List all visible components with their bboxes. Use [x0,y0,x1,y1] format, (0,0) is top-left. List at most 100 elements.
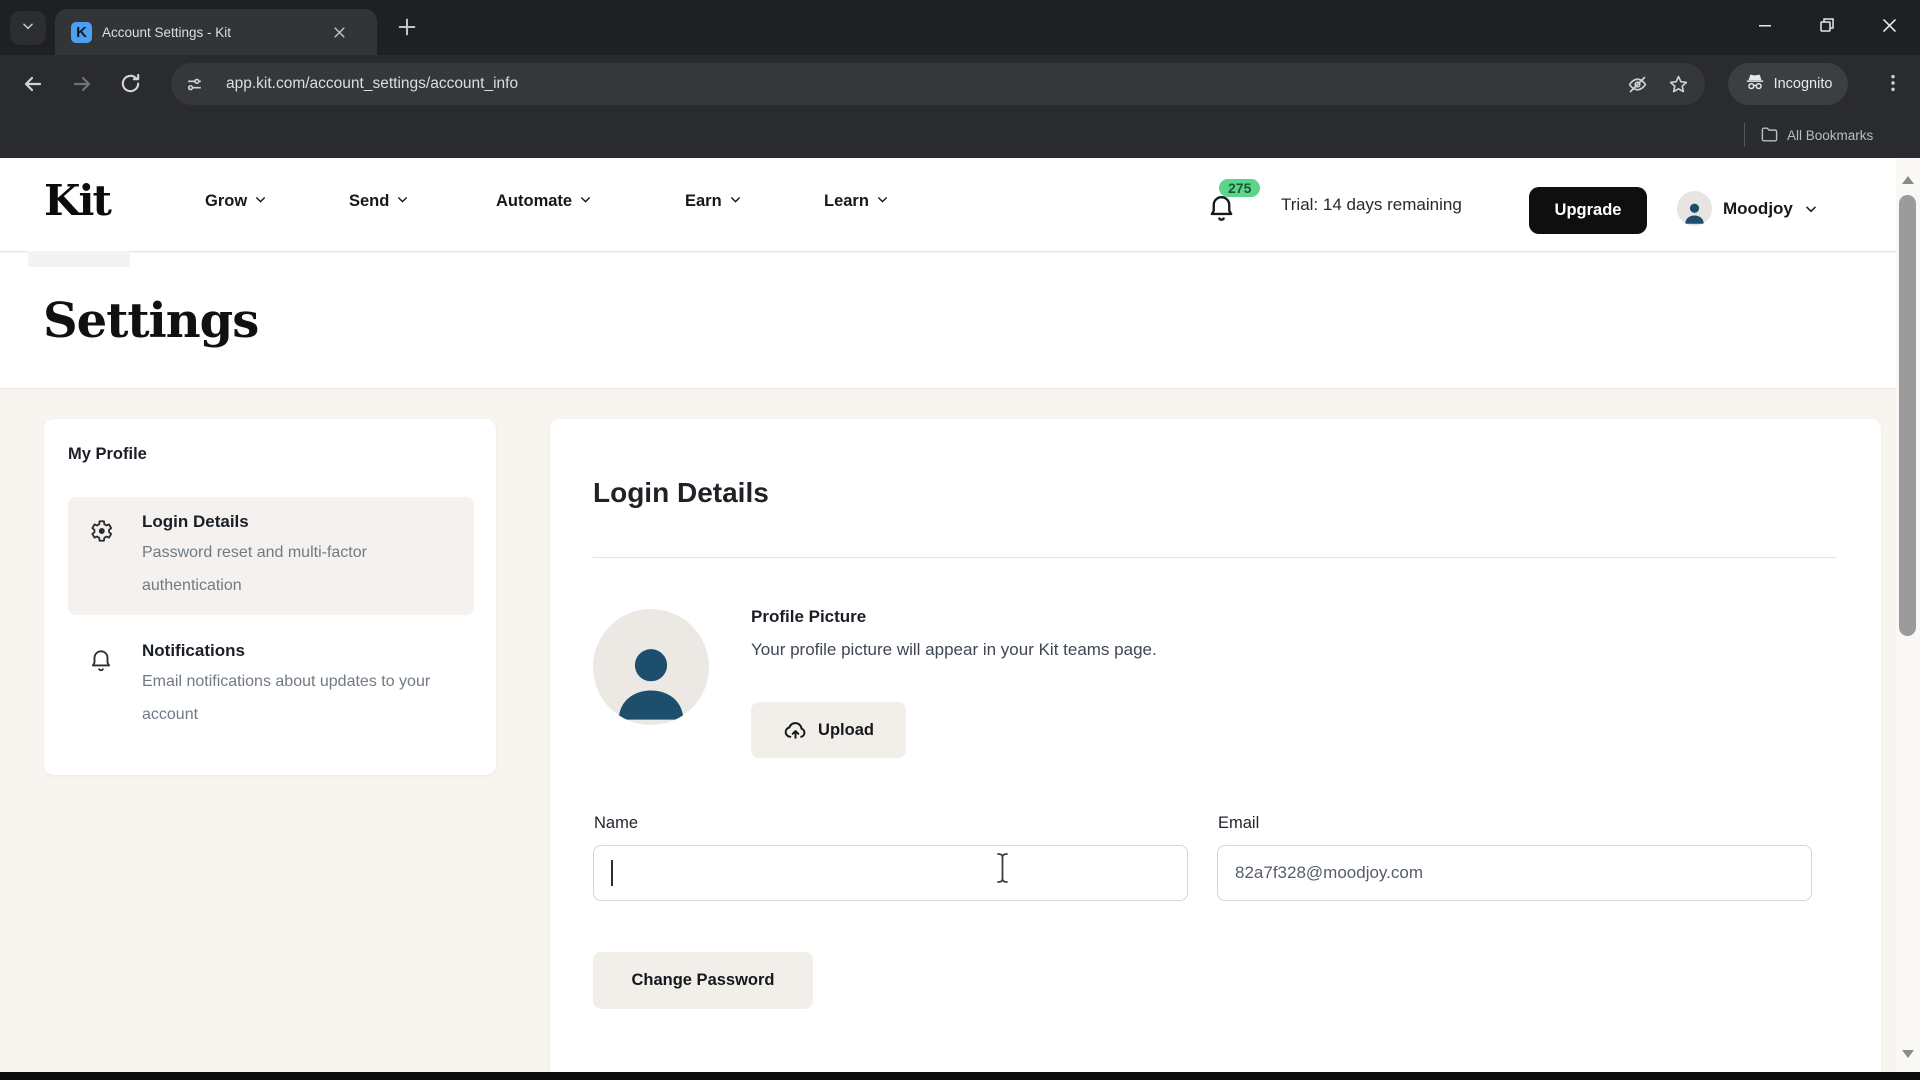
browser-tab[interactable]: K Account Settings - Kit [55,9,377,55]
nav-learn[interactable]: Learn [824,191,889,211]
bookmarks-bar: All Bookmarks [0,113,1920,158]
person-icon [605,633,697,725]
email-label: Email [1218,814,1259,833]
tab-search-button[interactable] [10,11,46,45]
sidebar-item-label: Login Details [142,512,249,532]
back-button[interactable] [21,72,45,101]
nav-earn[interactable]: Earn [685,191,742,211]
nav-automate-label: Automate [496,192,572,211]
loading-skeleton [28,251,130,267]
trial-status-text: Trial: 14 days remaining [1281,195,1462,215]
nav-automate[interactable]: Automate [496,191,592,211]
nav-earn-label: Earn [685,192,722,211]
reload-button[interactable] [119,72,142,100]
chevron-down-icon [579,191,592,211]
sidebar-item-login-details[interactable]: Login Details Password reset and multi-f… [68,497,474,615]
account-avatar [1677,191,1712,226]
plus-icon [396,16,418,43]
scroll-up-icon[interactable] [1901,172,1915,190]
folder-icon [1760,125,1779,147]
browser-menu-button[interactable] [1882,72,1904,99]
nav-learn-label: Learn [824,192,869,211]
upload-button[interactable]: Upload [751,702,906,758]
bookmarks-separator [1744,123,1745,147]
email-input[interactable] [1217,845,1812,901]
tab-title: Account Settings - Kit [102,25,330,40]
nav-send-label: Send [349,192,389,211]
all-bookmarks-label: All Bookmarks [1787,128,1873,143]
sidebar-item-description: Password reset and multi-factor authenti… [142,536,442,602]
window-controls [1734,0,1920,55]
bookmark-star-icon[interactable] [1668,74,1689,95]
profile-picture-avatar [593,609,709,725]
bell-icon [1206,210,1237,227]
window-close-button[interactable] [1858,0,1920,55]
three-dots-icon [1882,72,1904,99]
close-icon [1880,16,1899,40]
chevron-down-icon [254,191,267,211]
scrollbar-thumb[interactable] [1899,195,1916,636]
nav-send[interactable]: Send [349,191,409,211]
divider [593,557,1837,558]
chevron-down-icon [396,191,409,211]
settings-band: Settings [0,253,1920,389]
profile-picture-description: Your profile picture will appear in your… [751,640,1157,660]
window-minimize-button[interactable] [1734,0,1796,55]
browser-toolbar: app.kit.com/account_settings/account_inf… [0,55,1920,113]
kit-logo[interactable]: Kit [44,176,110,225]
reload-icon [119,72,142,100]
notification-count-badge: 275 [1219,179,1260,197]
window-restore-button[interactable] [1796,0,1858,55]
sidebar-item-notifications[interactable]: Notifications Email notifications about … [68,631,474,749]
restore-icon [1818,16,1836,39]
notifications-button[interactable] [1206,192,1237,228]
back-arrow-icon [21,72,45,101]
sidebar-item-label: Notifications [142,641,245,661]
panel-title: Login Details [593,477,769,509]
incognito-badge: Incognito [1728,63,1848,105]
ibeam-cursor [996,852,1009,889]
nav-grow[interactable]: Grow [205,191,267,211]
name-label: Name [594,814,638,833]
eye-slash-icon[interactable] [1627,74,1648,95]
kit-favicon-icon: K [71,22,92,43]
chevron-down-icon [876,191,889,211]
settings-sidebar: My Profile Login Details Password reset … [44,419,496,775]
chevron-down-icon [21,19,35,38]
incognito-icon [1744,71,1766,97]
chevron-down-icon [1804,202,1818,216]
profile-picture-label: Profile Picture [751,607,866,627]
bell-icon [88,647,114,678]
url-bar[interactable]: app.kit.com/account_settings/account_inf… [171,63,1705,105]
gear-icon [88,518,114,549]
person-icon [1681,199,1708,226]
cloud-upload-icon [783,718,808,743]
browser-tabstrip: K Account Settings - Kit [0,0,1920,55]
new-tab-button[interactable] [396,16,418,43]
bottom-edge-bar [0,1072,1920,1080]
tab-close-icon[interactable] [332,25,347,40]
chevron-down-icon [729,191,742,211]
text-caret [611,860,613,886]
upgrade-button[interactable]: Upgrade [1529,187,1647,234]
forward-button[interactable] [70,72,94,101]
site-info-icon[interactable] [185,75,204,94]
upload-label: Upload [818,721,874,740]
login-details-panel: Login Details Profile Picture Your profi… [550,419,1881,1080]
name-input[interactable] [593,845,1188,901]
all-bookmarks-button[interactable]: All Bookmarks [1760,113,1873,158]
incognito-label: Incognito [1774,76,1833,92]
scrollbar[interactable] [1896,158,1920,1072]
minimize-icon [1756,16,1774,39]
page-title: Settings [43,293,258,349]
sidebar-section-title: My Profile [68,445,147,464]
account-name: Moodjoy [1723,199,1793,219]
url-text[interactable]: app.kit.com/account_settings/account_inf… [226,75,1617,93]
nav-grow-label: Grow [205,192,247,211]
app-header: Kit Grow Send Automate Earn Learn 275 Tr… [0,158,1920,252]
account-menu[interactable]: Moodjoy [1677,191,1818,226]
change-password-button[interactable]: Change Password [593,952,813,1009]
sidebar-item-description: Email notifications about updates to you… [142,665,442,731]
scroll-down-icon[interactable] [1901,1046,1915,1064]
forward-arrow-icon [70,72,94,101]
